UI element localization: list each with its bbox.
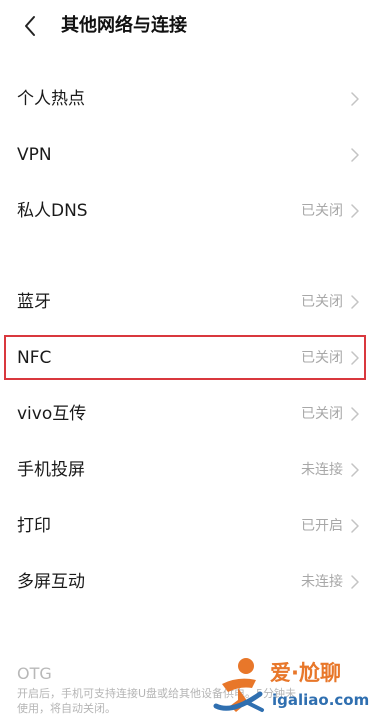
row-status: 未连接 [301,574,343,590]
chevron-right-icon [350,350,360,366]
row-label: 私人DNS [17,201,88,221]
chevron-right-icon [350,203,360,219]
row-label: 多屏互动 [17,572,85,592]
settings-row-screen-cast[interactable]: 手机投屏 未连接 [0,443,375,497]
watermark-domain: igaliao.com [272,691,370,709]
chevron-right-icon [350,574,360,590]
chevron-right-icon [350,406,360,422]
row-label: 个人热点 [17,89,85,109]
chevron-right-icon [350,462,360,478]
chevron-left-icon [25,16,35,36]
row-label: NFC [17,348,52,368]
settings-row-multi-screen[interactable]: 多屏互动 未连接 [0,555,375,609]
row-status: 已关闭 [301,203,343,219]
watermark: 爱·尬聊 igaliao.com [212,652,372,724]
chevron-right-icon [350,518,360,534]
settings-row-personal-hotspot[interactable]: 个人热点 [0,72,375,126]
row-status: 已关闭 [301,406,343,422]
chevron-right-icon [350,147,360,163]
settings-row-private-dns[interactable]: 私人DNS 已关闭 [0,184,375,238]
settings-row-vivo-share[interactable]: vivo互传 已关闭 [0,387,375,441]
settings-row-nfc[interactable]: NFC 已关闭 [0,331,375,385]
chevron-right-icon [350,91,360,107]
row-status: 已关闭 [301,294,343,310]
watermark-text: 爱·尬聊 [270,661,341,685]
mascot-logo-icon [213,658,264,712]
settings-row-vpn[interactable]: VPN [0,128,375,182]
row-label: VPN [17,145,52,165]
row-label: vivo互传 [17,404,87,424]
back-button[interactable] [10,8,50,44]
row-label: 蓝牙 [17,292,51,312]
row-status: 已关闭 [301,350,343,366]
row-status: 未连接 [301,462,343,478]
header-bar: 其他网络与连接 [0,0,375,54]
settings-row-bluetooth[interactable]: 蓝牙 已关闭 [0,275,375,329]
row-label: 打印 [17,516,51,536]
chevron-right-icon [350,294,360,310]
row-label: 手机投屏 [17,460,85,480]
settings-row-print[interactable]: 打印 已开启 [0,499,375,553]
row-status: 已开启 [301,518,343,534]
otg-title: OTG [17,664,52,683]
page-title: 其他网络与连接 [61,15,187,36]
